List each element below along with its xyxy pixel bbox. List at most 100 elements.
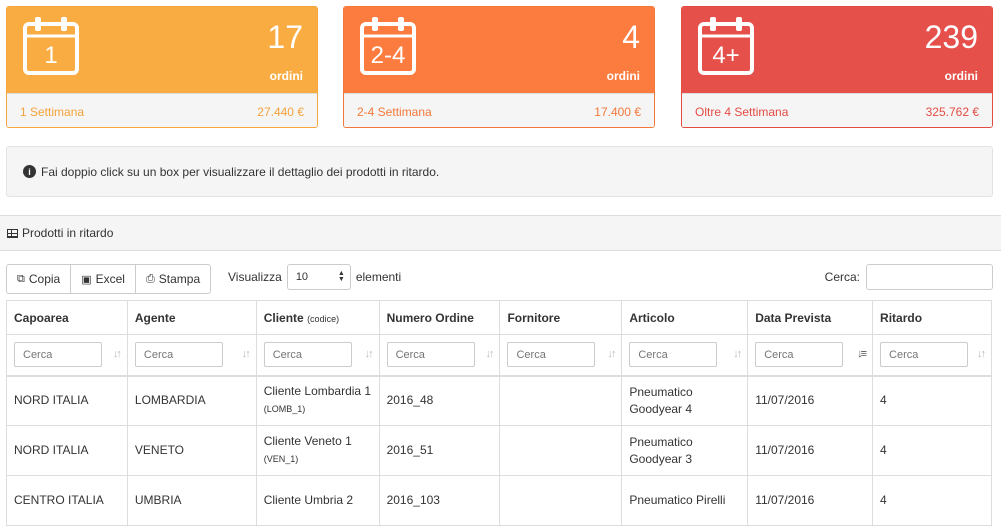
column-header-fornitore[interactable]: Fornitore xyxy=(499,300,623,335)
select-arrows-icon: ▲ ▼ xyxy=(337,270,345,283)
column-header-agente[interactable]: Agente xyxy=(126,300,257,335)
cell-fornitore xyxy=(499,425,623,476)
info-icon: i xyxy=(23,165,36,178)
filter-cell: ↓↑ xyxy=(621,334,749,377)
filter-input-articolo[interactable] xyxy=(629,342,718,368)
filter-input-data-prevista[interactable] xyxy=(755,342,844,368)
summary-box-footer: 2-4 Settimana 17.400 € xyxy=(344,93,654,127)
order-unit: ordini xyxy=(944,69,978,83)
filter-cell: ↓↑ xyxy=(872,334,992,377)
cell-agente: UMBRIA xyxy=(126,475,257,526)
copy-label: Copia xyxy=(28,272,61,286)
calendar-icon: 2-4 xyxy=(357,15,419,77)
cell-articolo: Pneumatico Pirelli xyxy=(621,475,749,526)
info-notice: i Fai doppio click su un box per visuali… xyxy=(6,146,993,197)
sort-icon[interactable]: ↓↑ xyxy=(733,346,742,363)
table-row[interactable]: NORD ITALIA LOMBARDIA Cliente Lombardia … xyxy=(6,375,992,426)
cell-fornitore xyxy=(499,375,623,426)
period-amount: 325.762 € xyxy=(925,104,979,119)
delayed-products-table: Capoarea Agente Cliente (codice) Numero … xyxy=(6,300,992,526)
order-count: 239 xyxy=(924,19,978,55)
panel-header: Prodotti in ritardo xyxy=(0,215,1001,251)
filter-input-capoarea[interactable] xyxy=(14,342,102,368)
page-length-value: 10 xyxy=(295,271,309,283)
header-row: Capoarea Agente Cliente (codice) Numero … xyxy=(6,300,992,335)
cell-articolo: Pneumatico Goodyear 3 xyxy=(621,425,749,476)
info-text: Fai doppio click su un box per visualizz… xyxy=(41,164,440,179)
calendar-number: 2-4 xyxy=(370,42,406,69)
calendar-number: 1 xyxy=(44,42,58,69)
cell-fornitore xyxy=(499,475,623,526)
panel-title: Prodotti in ritardo xyxy=(22,226,114,240)
summary-box-footer: Oltre 4 Settimana 325.762 € xyxy=(682,93,992,127)
excel-icon: ▣ xyxy=(81,273,92,286)
filter-input-ritardo[interactable] xyxy=(880,342,969,368)
sort-icon[interactable]: ↓↑ xyxy=(607,346,616,363)
summary-box-over-4-weeks[interactable]: 4+ 239 ordini Oltre 4 Settimana 325.762 … xyxy=(681,6,993,128)
column-header-ritardo[interactable]: Ritardo xyxy=(872,300,992,335)
filter-cell: ↓↑ xyxy=(6,334,128,377)
filter-input-cliente[interactable] xyxy=(263,342,352,368)
column-header-articolo[interactable]: Articolo xyxy=(621,300,749,335)
cell-capoarea: NORD ITALIA xyxy=(6,375,128,426)
calendar-number: 4+ xyxy=(712,42,740,69)
sort-icon[interactable]: ↓↑ xyxy=(977,346,986,363)
summary-box-head: 1 17 ordini xyxy=(7,7,317,93)
sort-icon[interactable]: ↓↑ xyxy=(485,346,494,363)
period-amount: 27.440 € xyxy=(257,104,304,119)
sort-icon[interactable]: ↓↑ xyxy=(242,346,251,363)
filter-row: ↓↑ ↓↑ ↓↑ ↓↑ ↓↑ ↓↑ ↓≡ ↓↑ xyxy=(6,334,992,377)
summary-box-2-4-weeks[interactable]: 2-4 4 ordini 2-4 Settimana 17.400 € xyxy=(343,6,655,128)
cell-data-prevista: 11/07/2016 xyxy=(747,375,874,426)
print-label: Stampa xyxy=(158,272,201,286)
cell-capoarea: CENTRO ITALIA xyxy=(6,475,128,526)
sort-desc-icon[interactable]: ↓≡ xyxy=(857,346,867,363)
page-length-select[interactable]: 10 ▲ ▼ xyxy=(286,264,351,290)
column-header-cliente[interactable]: Cliente (codice) xyxy=(255,300,380,335)
filter-input-numero-ordine[interactable] xyxy=(386,342,475,368)
search-input[interactable] xyxy=(866,264,993,290)
filter-input-fornitore[interactable] xyxy=(507,342,596,368)
summary-box-1-week[interactable]: 1 17 ordini 1 Settimana 27.440 € xyxy=(6,6,318,128)
calendar-icon: 4+ xyxy=(695,15,757,77)
column-header-data-prevista[interactable]: Data Prevista xyxy=(747,300,874,335)
page-length-control: Visualizza 10 ▲ ▼ elementi xyxy=(228,264,401,290)
cell-ritardo: 4 xyxy=(872,425,992,476)
column-header-numero-ordine[interactable]: Numero Ordine xyxy=(378,300,501,335)
period-label: 2-4 Settimana xyxy=(357,104,432,119)
cell-numero-ordine: 2016_103 xyxy=(378,475,501,526)
copy-icon: ⧉ xyxy=(17,272,25,285)
filter-cell: ↓≡ xyxy=(747,334,874,377)
table-row[interactable]: NORD ITALIA VENETO Cliente Veneto 1 (VEN_… xyxy=(6,425,992,476)
cell-agente: LOMBARDIA xyxy=(126,375,257,426)
copy-button[interactable]: ⧉ Copia xyxy=(6,264,72,294)
cell-data-prevista: 11/07/2016 xyxy=(747,475,874,526)
order-unit: ordini xyxy=(269,69,303,83)
cell-numero-ordine: 2016_48 xyxy=(378,375,501,426)
cell-numero-ordine: 2016_51 xyxy=(378,425,501,476)
cliente-name: Cliente Lombardia 1 xyxy=(263,384,372,399)
table-row[interactable]: CENTRO ITALIA UMBRIA Cliente Umbria 2 20… xyxy=(6,475,992,526)
cell-articolo: Pneumatico Goodyear 4 xyxy=(621,375,749,426)
length-prefix: Visualizza xyxy=(228,270,282,284)
filter-cell: ↓↑ xyxy=(255,334,380,377)
column-header-cliente-suffix: (codice) xyxy=(307,313,340,324)
global-search: Cerca: xyxy=(825,264,993,290)
filter-cell: ↓↑ xyxy=(499,334,623,377)
filter-input-agente[interactable] xyxy=(134,342,223,368)
cell-cliente: Cliente Umbria 2 xyxy=(255,475,380,526)
filter-cell: ↓↑ xyxy=(126,334,257,377)
sort-icon[interactable]: ↓↑ xyxy=(113,346,122,363)
sort-icon[interactable]: ↓↑ xyxy=(365,346,374,363)
print-button[interactable]: ⎙ Stampa xyxy=(134,264,212,294)
order-count: 17 xyxy=(267,19,303,55)
excel-button[interactable]: ▣ Excel xyxy=(70,264,136,294)
order-count: 4 xyxy=(622,19,640,55)
column-header-capoarea[interactable]: Capoarea xyxy=(6,300,128,335)
summary-box-head: 4+ 239 ordini xyxy=(682,7,992,93)
cliente-code: (LOMB_1) xyxy=(263,404,306,415)
period-label: 1 Settimana xyxy=(20,104,85,119)
cell-cliente: Cliente Veneto 1 (VEN_1) xyxy=(255,425,380,476)
order-unit: ordini xyxy=(606,69,640,83)
filter-cell: ↓↑ xyxy=(378,334,501,377)
